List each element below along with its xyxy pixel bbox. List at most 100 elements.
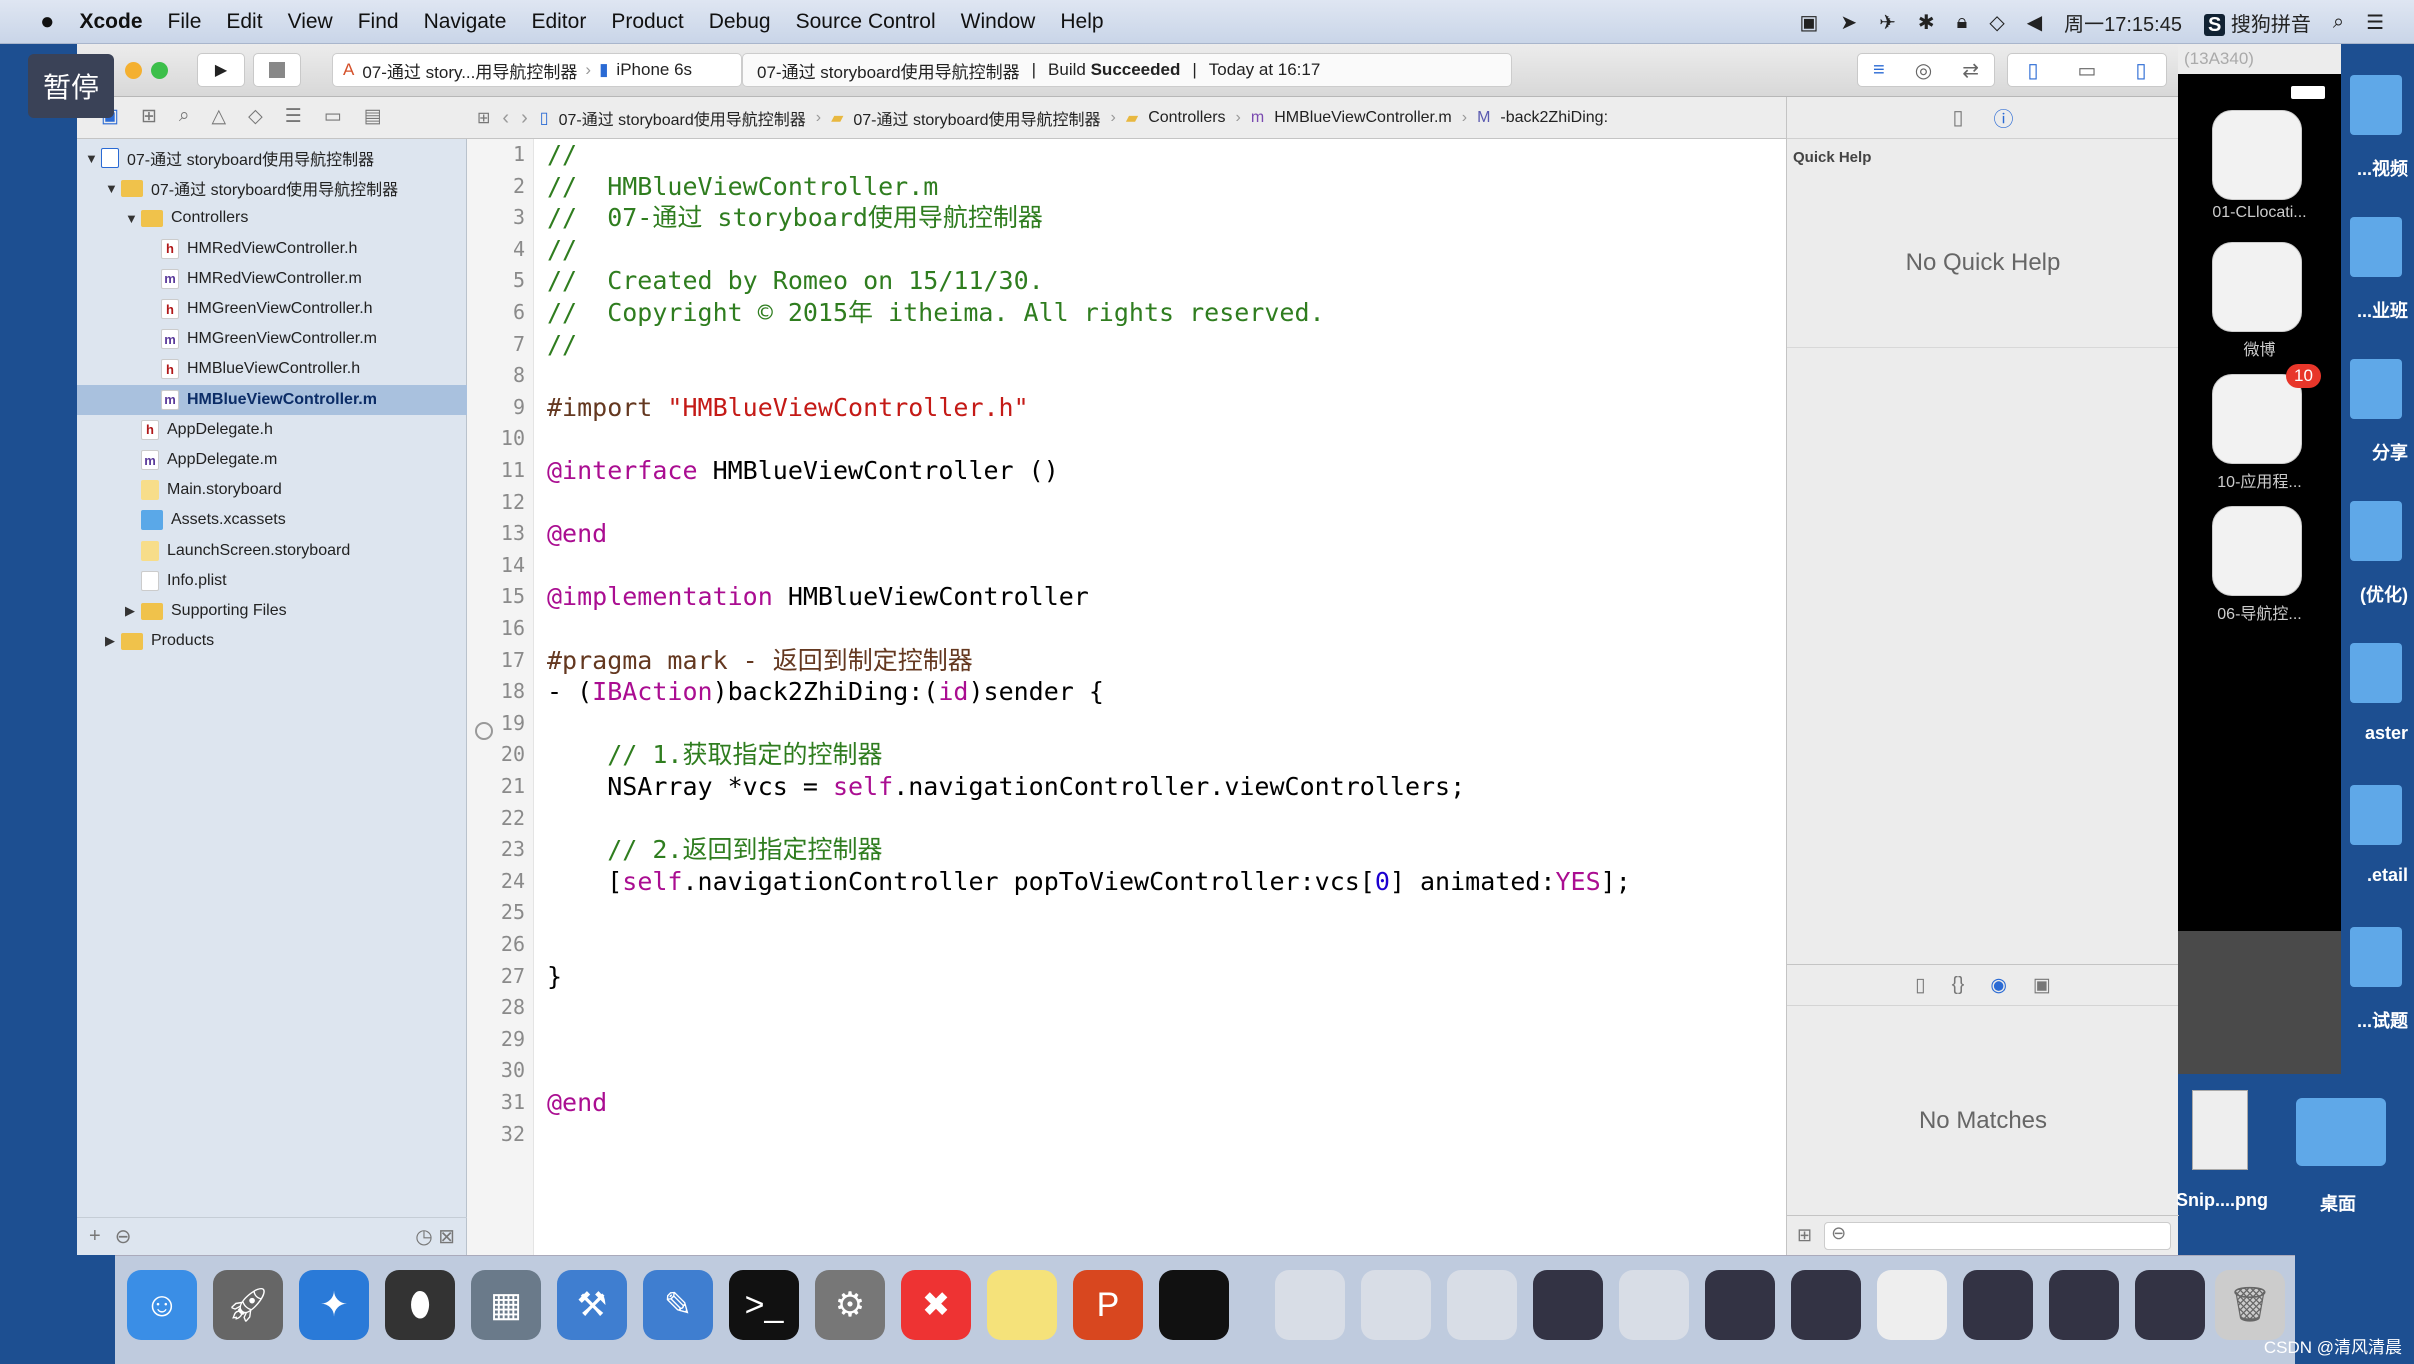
code-line[interactable]: @end (547, 1087, 607, 1119)
desktop-folder-icon[interactable] (2350, 927, 2402, 987)
desktop-folder-icon[interactable] (2350, 643, 2402, 703)
code-line[interactable]: // Created by Romeo on 15/11/30. (547, 265, 1044, 297)
media-library-icon[interactable]: ▣ (2033, 974, 2051, 997)
related-items-icon[interactable]: ⊞ (477, 108, 490, 128)
symbol-navigator-icon[interactable]: ⊞ (141, 105, 157, 128)
desktop-folder-icon[interactable] (2350, 359, 2402, 419)
grid-view-icon[interactable]: ⊞ (1797, 1225, 1812, 1246)
code-line[interactable]: // HMBlueViewController.m (547, 171, 938, 203)
window-thumbnail-7[interactable] (1791, 1270, 1861, 1340)
navigator-item[interactable]: Main.storyboard (77, 475, 467, 505)
photo-app-dock-icon[interactable]: ▦ (471, 1270, 541, 1340)
menu-item[interactable]: View (288, 10, 333, 34)
desktop-folder-icon[interactable] (2350, 217, 2402, 277)
code-line[interactable]: // Copyright © 2015年 itheima. All rights… (547, 297, 1325, 329)
navigator-item[interactable]: LaunchScreen.storyboard (77, 536, 467, 566)
airplane-icon[interactable]: ✈ (1879, 10, 1896, 35)
instruments-dock-icon[interactable]: ✎ (643, 1270, 713, 1340)
disclosure-closed-icon[interactable]: ▶ (105, 633, 121, 649)
object-library-icon[interactable]: ◉ (1990, 974, 2007, 997)
wifi-icon[interactable]: ◇ (1989, 10, 2004, 35)
window-thumbnail-8[interactable] (1877, 1270, 1947, 1340)
clock[interactable]: 周一17:15:45 (2064, 8, 2182, 37)
debug-area-toggle-icon[interactable]: ▭ (2078, 58, 2097, 83)
navigator-item[interactable]: m HMRedViewController.m (77, 264, 467, 294)
navigator-item[interactable]: h AppDelegate.h (77, 415, 467, 445)
navigator-item[interactable]: ▼ 07-通过 storyboard使用导航控制器 (77, 143, 467, 173)
code-line[interactable]: #pragma mark - 返回到制定控制器 (547, 645, 973, 677)
assistant-editor-icon[interactable]: ◎ (1915, 58, 1932, 83)
code-line[interactable]: @end (547, 518, 607, 550)
code-line[interactable]: @implementation HMBlueViewController (547, 581, 1089, 613)
filter-icon[interactable]: ⊖ (115, 1224, 132, 1249)
launchpad-dock-icon[interactable]: 🚀︎ (213, 1270, 283, 1340)
window-thumbnail-11[interactable] (2135, 1270, 2205, 1340)
location-icon[interactable]: ➤ (1840, 10, 1857, 35)
debug-navigator-icon[interactable]: ☰ (285, 105, 302, 128)
minimize-button[interactable] (125, 62, 142, 79)
window-thumbnail-1[interactable] (1275, 1270, 1345, 1340)
library-filter-input[interactable]: ⊖ (1824, 1221, 2171, 1250)
console-dock-icon[interactable] (1159, 1270, 1229, 1340)
file-template-icon[interactable]: ▯ (1915, 974, 1925, 997)
pause-overlay-button[interactable]: 暂停 (28, 54, 114, 118)
run-button[interactable]: ▶ (197, 53, 245, 87)
scheme-selector[interactable]: A 07-通过 story...用导航控制器 › ▮ iPhone 6s (332, 53, 742, 87)
menu-item[interactable]: Debug (709, 10, 771, 34)
spotlight-icon[interactable]: ⌕ (2333, 11, 2344, 34)
navigator-item[interactable]: h HMBlueViewController.h (77, 354, 467, 384)
ibaction-connection-circle-icon[interactable] (475, 722, 493, 740)
jump-bar-item[interactable]: -back2ZhiDing: (1500, 109, 1608, 127)
jump-bar-item[interactable]: 07-通过 storyboard使用导航控制器 (853, 106, 1100, 130)
volume-icon[interactable]: ◀ (2027, 10, 2042, 35)
jump-bar-item[interactable]: HMBlueViewController.m (1274, 109, 1452, 127)
navigator-toggle-icon[interactable]: ▯ (2028, 58, 2039, 83)
find-navigator-icon[interactable]: ⌕ (179, 105, 190, 128)
system-preferences-dock-icon[interactable]: ⚙ (815, 1270, 885, 1340)
navigator-item[interactable]: ▼ Controllers (77, 203, 467, 233)
notification-center-icon[interactable]: ☰ (2366, 10, 2384, 35)
report-navigator-icon[interactable]: ▤ (364, 105, 382, 128)
desktop-folder-icon[interactable] (2296, 1098, 2386, 1166)
desktop-folder-icon[interactable] (2350, 501, 2402, 561)
navigator-item[interactable]: m HMBlueViewController.m (77, 384, 467, 415)
safari-dock-icon[interactable]: ✦ (299, 1270, 369, 1340)
navigator-item[interactable]: h HMGreenViewController.h (77, 294, 467, 324)
notes-dock-icon[interactable] (987, 1270, 1057, 1340)
add-icon[interactable]: + (89, 1225, 101, 1248)
code-line[interactable]: // (547, 329, 577, 361)
stop-button[interactable] (253, 53, 301, 87)
keynote-dock-icon[interactable]: P (1073, 1270, 1143, 1340)
quick-help-icon[interactable]: ⓘ (1994, 103, 2014, 132)
xcode-dock-icon[interactable]: ⚒ (557, 1270, 627, 1340)
disclosure-open-icon[interactable]: ▼ (125, 211, 141, 226)
disclosure-open-icon[interactable]: ▼ (105, 181, 121, 196)
menu-item[interactable]: Help (1060, 10, 1103, 34)
menu-item[interactable]: File (168, 10, 202, 34)
navigator-item[interactable]: ▶ Products (77, 626, 467, 656)
simulator-app-icon[interactable] (2212, 374, 2302, 464)
terminal-dock-icon[interactable]: >_ (729, 1270, 799, 1340)
window-thumbnail-4[interactable] (1533, 1270, 1603, 1340)
code-line[interactable]: // 07-通过 storyboard使用导航控制器 (547, 202, 1043, 234)
window-thumbnail-5[interactable] (1619, 1270, 1689, 1340)
code-line[interactable]: // (547, 234, 577, 266)
simulator-app-icon[interactable] (2212, 110, 2302, 200)
zoom-button[interactable] (151, 62, 168, 79)
window-thumbnail-2[interactable] (1361, 1270, 1431, 1340)
menu-item[interactable]: Find (358, 10, 399, 34)
bluetooth-icon[interactable]: ✱ (1918, 10, 1935, 35)
apple-menu-icon[interactable]: ● (40, 8, 55, 36)
standard-editor-icon[interactable]: ≡ (1873, 59, 1885, 82)
file-inspector-icon[interactable]: ▯ (1952, 105, 1963, 130)
test-navigator-icon[interactable]: ◇ (248, 105, 263, 128)
window-thumbnail-10[interactable] (2049, 1270, 2119, 1340)
window-thumbnail-6[interactable] (1705, 1270, 1775, 1340)
source-editor[interactable]: 1 2 3 4 5 6 7 8 9 10 11 12 13 14 15 16 17 18 19 20 21 22 23 24 2… (467, 139, 1786, 1255)
disclosure-closed-icon[interactable]: ▶ (125, 603, 141, 619)
code-line[interactable]: // 1.获取指定的控制器 (547, 739, 882, 771)
jump-bar-item[interactable]: 07-通过 storyboard使用导航控制器 (559, 106, 806, 130)
menu-item[interactable]: Source Control (796, 10, 936, 34)
code-line[interactable]: // (547, 139, 577, 171)
menu-item[interactable]: Window (961, 10, 1036, 34)
